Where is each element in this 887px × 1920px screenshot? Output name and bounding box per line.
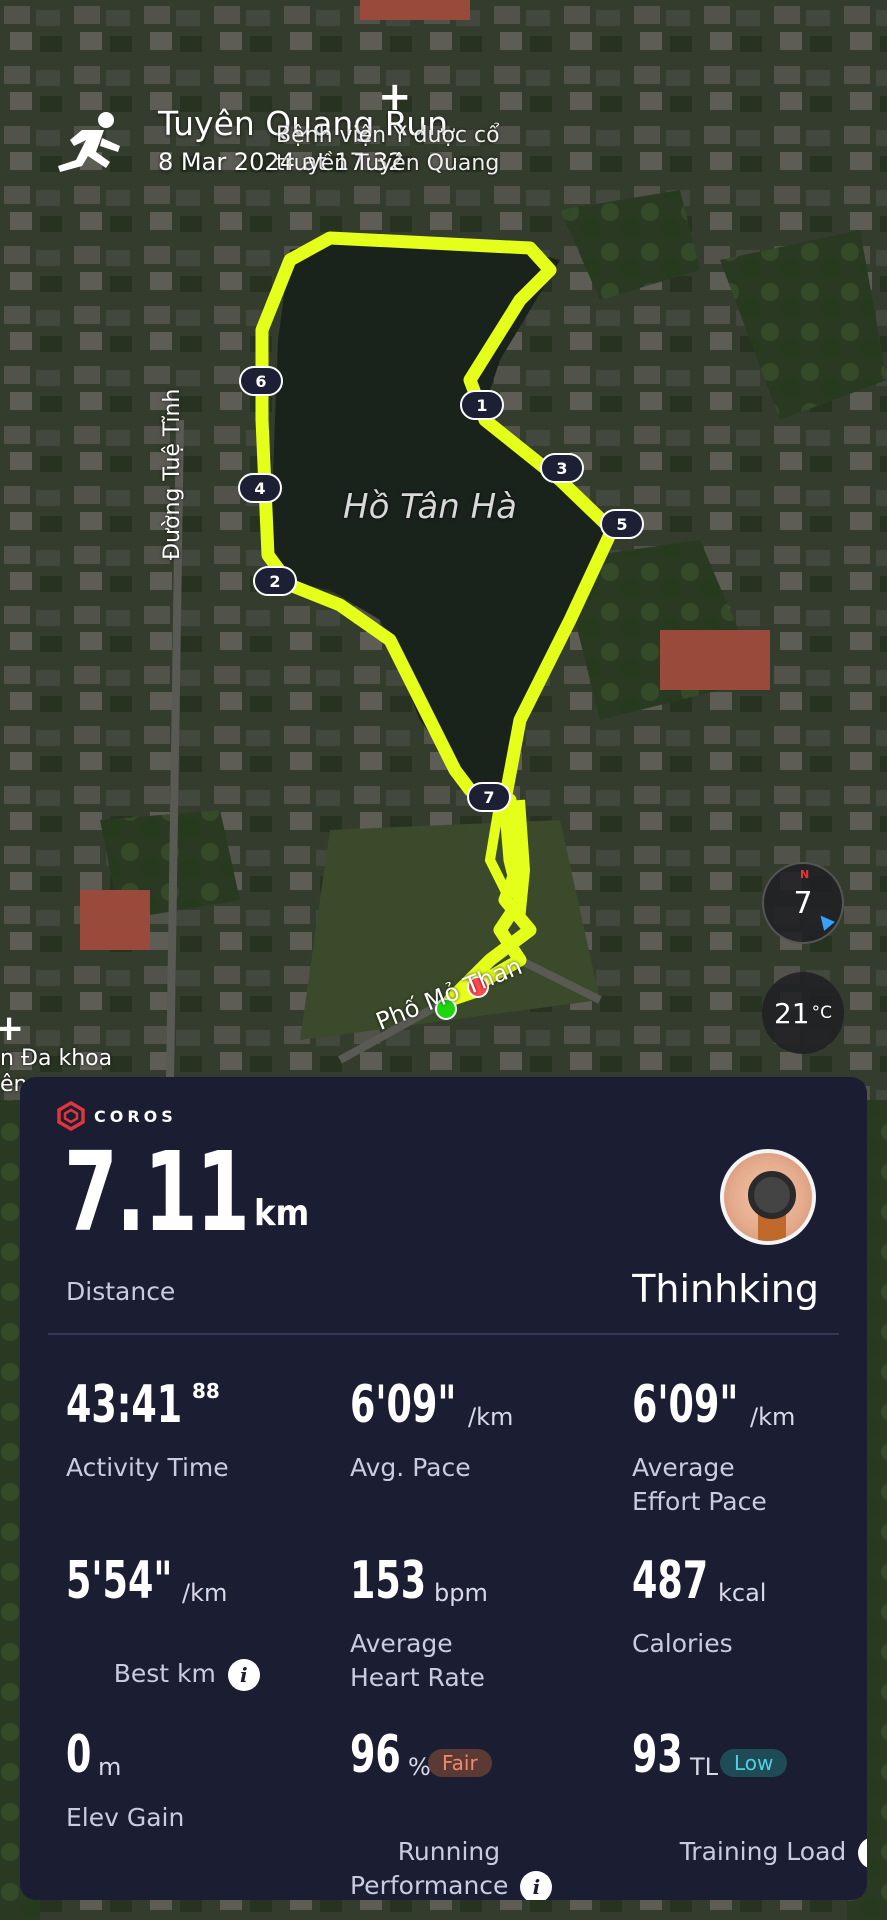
km-marker-6[interactable]: 6 bbox=[239, 366, 283, 396]
avg-pace-value: 6'09" bbox=[350, 1375, 457, 1435]
km-marker-3[interactable]: 3 bbox=[540, 453, 584, 483]
training-load-unit: TL bbox=[690, 1753, 719, 1781]
heart-rate-value: 153 bbox=[350, 1551, 427, 1611]
training-load-value: 93 bbox=[632, 1725, 683, 1785]
activity-time-value: 43:41 bbox=[66, 1375, 183, 1435]
activity-summary-card: COROS 7.11 km Distance Thinhking 43:41 8… bbox=[20, 1077, 867, 1900]
stat-avg-pace: 6'09" /km Avg. Pace bbox=[350, 1375, 513, 1482]
compass-button[interactable]: N 7 bbox=[762, 862, 844, 944]
best-km-label: Best km bbox=[113, 1659, 216, 1688]
calories-value: 487 bbox=[632, 1551, 709, 1611]
stat-training-load: 93 TL Low Training Load i bbox=[632, 1725, 867, 1869]
heart-rate-unit: bpm bbox=[434, 1579, 488, 1607]
elev-gain-label: Elev Gain bbox=[66, 1803, 185, 1832]
divider bbox=[48, 1333, 839, 1335]
stat-effort-pace: 6'09" /km Average Effort Pace bbox=[632, 1375, 795, 1516]
calories-label: Calories bbox=[632, 1629, 733, 1658]
stat-heart-rate: 153 bpm Average Heart Rate bbox=[350, 1551, 488, 1692]
effort-pace-value: 6'09" bbox=[632, 1375, 739, 1435]
temperature-value: 21 bbox=[773, 996, 810, 1030]
training-load-label-row: Training Load i bbox=[632, 1801, 867, 1900]
road-label-west: Đường Tuệ Tĩnh bbox=[160, 388, 185, 560]
km-marker-4[interactable]: 4 bbox=[238, 473, 282, 503]
elev-gain-value: 0 bbox=[66, 1725, 92, 1785]
stat-running-performance: 96 % Fair Running Performance i bbox=[350, 1725, 553, 1900]
best-km-value: 5'54" bbox=[66, 1551, 173, 1611]
fair-badge: Fair bbox=[428, 1749, 492, 1777]
running-performance-label: Running Performance bbox=[350, 1837, 509, 1900]
low-badge: Low bbox=[720, 1749, 788, 1777]
coros-logo-icon bbox=[57, 1101, 85, 1131]
weather-badge: 21 °C bbox=[762, 972, 844, 1054]
heading-arrow-icon bbox=[815, 911, 835, 931]
km-marker-1[interactable]: 1 bbox=[460, 390, 504, 420]
running-performance-label-row: Running Performance i bbox=[350, 1801, 630, 1900]
compass-north-icon: N bbox=[800, 868, 810, 881]
effort-pace-unit: /km bbox=[750, 1403, 796, 1431]
running-performance-value: 96 bbox=[350, 1725, 401, 1785]
distance-label: Distance bbox=[66, 1277, 176, 1306]
avg-pace-label: Avg. Pace bbox=[350, 1453, 471, 1482]
distance-unit: km bbox=[254, 1193, 310, 1234]
running-person-icon bbox=[52, 110, 128, 180]
temperature-unit: °C bbox=[811, 1003, 832, 1023]
stat-activity-time: 43:41 88 Activity Time bbox=[66, 1375, 229, 1482]
hospital-label: Bệnh viện Y dược cổ truyền Tuyên Quang bbox=[276, 123, 500, 176]
effort-pace-label: Average Effort Pace bbox=[632, 1453, 767, 1516]
username: Thinhking bbox=[632, 1267, 819, 1311]
best-km-unit: /km bbox=[182, 1579, 228, 1607]
km-marker-7[interactable]: 7 bbox=[467, 782, 511, 812]
activity-time-label: Activity Time bbox=[66, 1453, 229, 1482]
brand-name: COROS bbox=[94, 1106, 177, 1126]
info-icon[interactable]: i bbox=[520, 1871, 553, 1900]
distance-value: 7.11 bbox=[64, 1128, 250, 1256]
running-performance-unit: % bbox=[408, 1753, 431, 1781]
calories-unit: kcal bbox=[718, 1579, 767, 1607]
stat-calories: 487 kcal Calories bbox=[632, 1551, 766, 1658]
stat-elev-gain: 0 m Elev Gain bbox=[66, 1725, 184, 1832]
svg-text:+: + bbox=[0, 1008, 24, 1049]
compass-value: 7 bbox=[793, 885, 813, 921]
info-icon[interactable]: i bbox=[858, 1837, 867, 1869]
lake-label: Hồ Tân Hà bbox=[343, 487, 517, 527]
best-km-label-row: Best km i bbox=[66, 1623, 326, 1725]
km-marker-2[interactable]: 2 bbox=[253, 566, 297, 596]
coros-logo: COROS bbox=[56, 1101, 177, 1131]
watch-icon bbox=[748, 1171, 796, 1219]
elev-gain-unit: m bbox=[98, 1753, 122, 1781]
activity-time-hundredths: 88 bbox=[192, 1379, 220, 1403]
avatar[interactable] bbox=[720, 1149, 816, 1245]
training-load-label: Training Load bbox=[679, 1837, 847, 1866]
info-icon[interactable]: i bbox=[227, 1659, 260, 1691]
distance-value-block: 7.11 km bbox=[64, 1128, 309, 1256]
stat-best-km: 5'54" /km Best km i bbox=[66, 1551, 260, 1691]
avg-pace-unit: /km bbox=[468, 1403, 514, 1431]
heart-rate-label: Average Heart Rate bbox=[350, 1629, 485, 1692]
km-marker-5[interactable]: 5 bbox=[600, 509, 644, 539]
